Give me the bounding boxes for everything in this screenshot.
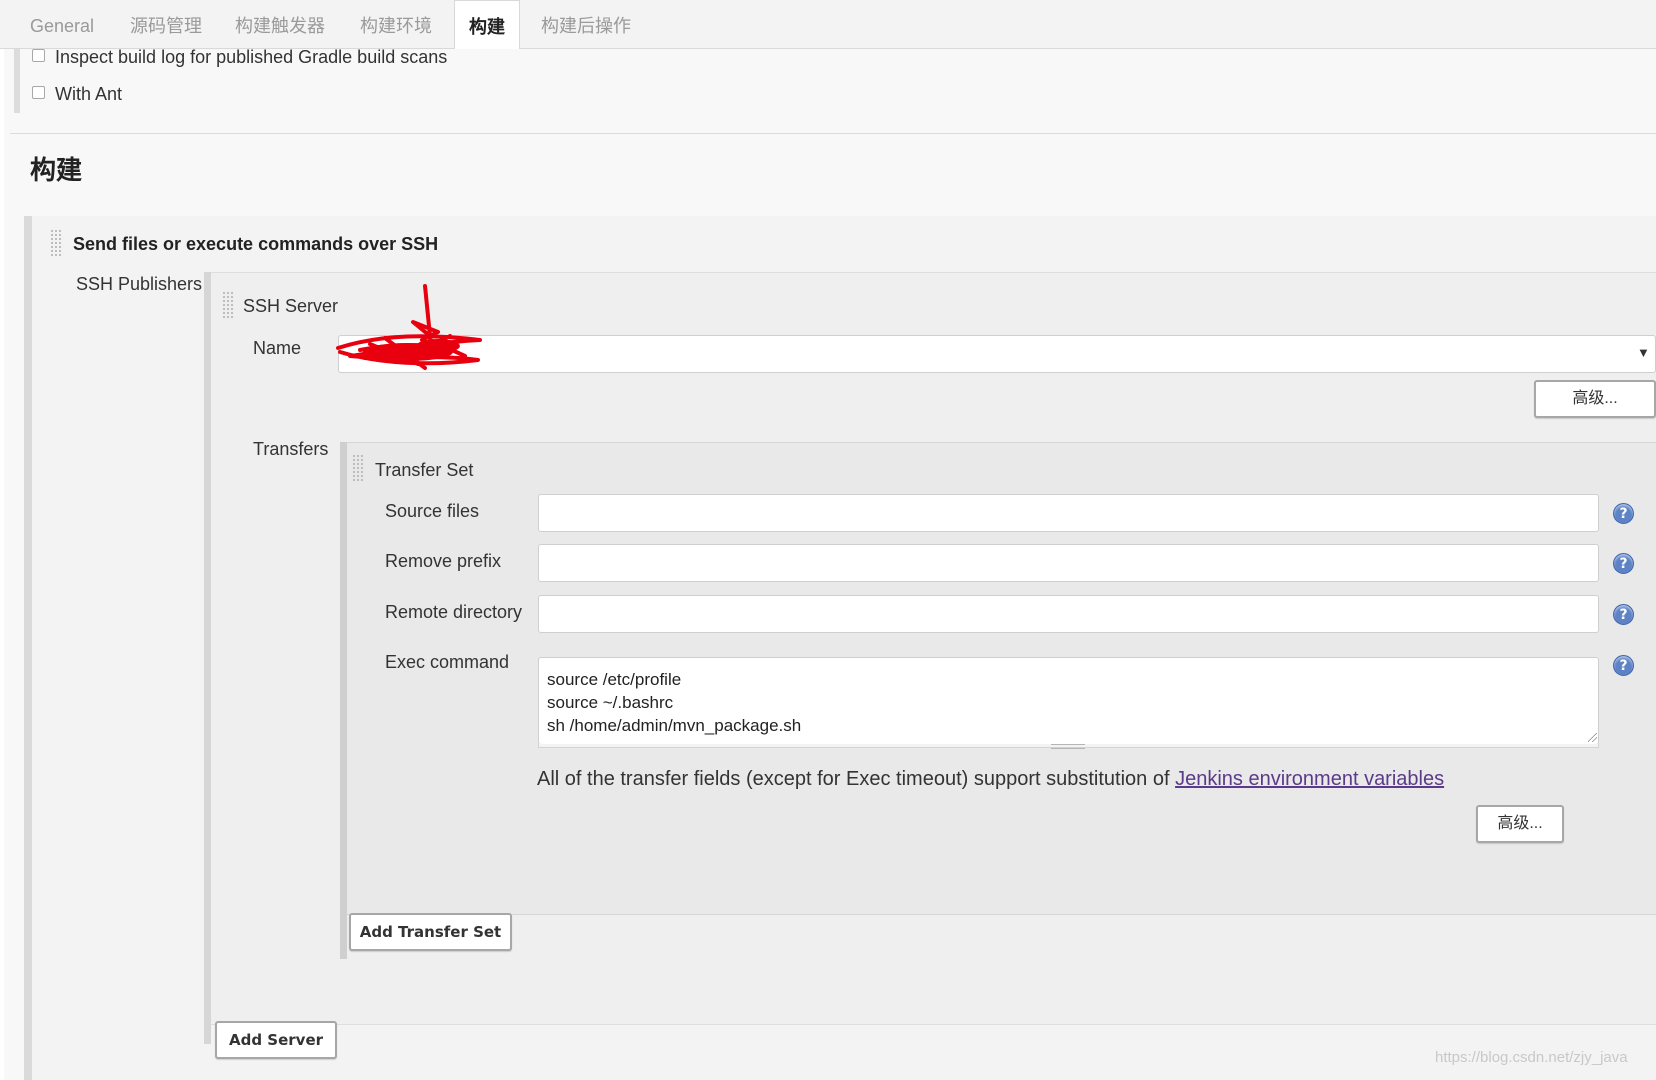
- gradle-scans-label: Inspect build log for published Gradle b…: [55, 47, 448, 67]
- ssh-server-title: SSH Server: [243, 296, 339, 316]
- chevron-down-icon: ▼: [1637, 345, 1650, 360]
- remove-prefix-label: Remove prefix: [385, 551, 502, 571]
- exec-command-textarea[interactable]: source /etc/profile source ~/.bashrc sh …: [538, 657, 1599, 745]
- resize-handle-icon[interactable]: [1051, 744, 1085, 749]
- transfers-label: Transfers: [253, 439, 329, 459]
- transfer-advanced-button[interactable]: 高级...: [1476, 805, 1564, 843]
- tab-build[interactable]: 构建: [454, 0, 520, 52]
- server-name-select[interactable]: [338, 335, 1656, 373]
- exec-command-label: Exec command: [385, 652, 510, 672]
- source-files-label: Source files: [385, 501, 480, 521]
- transfer-set-title: Transfer Set: [375, 460, 474, 480]
- env-section-rail: [14, 49, 20, 113]
- exec-command-line: sh /home/admin/mvn_package.sh: [547, 716, 802, 735]
- tab-build-environment[interactable]: 构建环境: [360, 0, 432, 49]
- drag-handle-icon[interactable]: [50, 229, 63, 257]
- server-name-label: Name: [253, 338, 302, 358]
- tab-bar: General 源码管理 构建触发器 构建环境 构建 构建后操作: [0, 0, 1656, 52]
- tab-build-triggers[interactable]: 构建触发器: [235, 0, 325, 49]
- exec-command-line: source ~/.bashrc: [547, 693, 674, 712]
- gradle-scans-checkbox[interactable]: [32, 49, 45, 62]
- help-icon[interactable]: ?: [1613, 604, 1634, 625]
- add-transfer-set-button[interactable]: Add Transfer Set: [349, 913, 512, 951]
- resize-corner-icon[interactable]: [1588, 733, 1597, 742]
- transfer-set-rail: [340, 442, 347, 959]
- ssh-server-rail: [204, 272, 211, 1044]
- add-server-button[interactable]: Add Server: [215, 1021, 337, 1059]
- help-icon[interactable]: ?: [1613, 655, 1634, 676]
- remove-prefix-input[interactable]: [538, 544, 1599, 582]
- tab-general[interactable]: General: [30, 0, 94, 49]
- remote-directory-label: Remote directory: [385, 602, 523, 622]
- source-files-input[interactable]: [538, 494, 1599, 532]
- with-ant-checkbox[interactable]: [32, 86, 45, 99]
- section-divider: [10, 133, 1656, 134]
- help-icon[interactable]: ?: [1613, 503, 1634, 524]
- watermark: https://blog.csdn.net/zjy_java: [1435, 1049, 1628, 1066]
- help-icon[interactable]: ?: [1613, 553, 1634, 574]
- tab-post-build-actions[interactable]: 构建后操作: [541, 0, 631, 49]
- substitution-note-text: All of the transfer fields (except for E…: [537, 768, 1176, 790]
- tab-source-management[interactable]: 源码管理: [130, 0, 202, 49]
- build-step-title: Send files or execute commands over SSH: [73, 234, 439, 254]
- remote-directory-input[interactable]: [538, 595, 1599, 633]
- with-ant-label: With Ant: [55, 84, 123, 104]
- server-advanced-button[interactable]: 高级...: [1534, 380, 1656, 418]
- redaction-scribble: [336, 284, 482, 370]
- substitution-note: All of the transfer fields (except for E…: [537, 768, 1444, 791]
- drag-handle-icon[interactable]: [352, 454, 365, 482]
- jenkins-env-vars-link[interactable]: Jenkins environment variables: [1175, 768, 1444, 790]
- exec-command-line: source /etc/profile: [547, 670, 682, 689]
- drag-handle-icon[interactable]: [222, 291, 235, 319]
- page-title: 构建: [30, 155, 83, 185]
- ssh-publishers-label: SSH Publishers: [76, 274, 203, 294]
